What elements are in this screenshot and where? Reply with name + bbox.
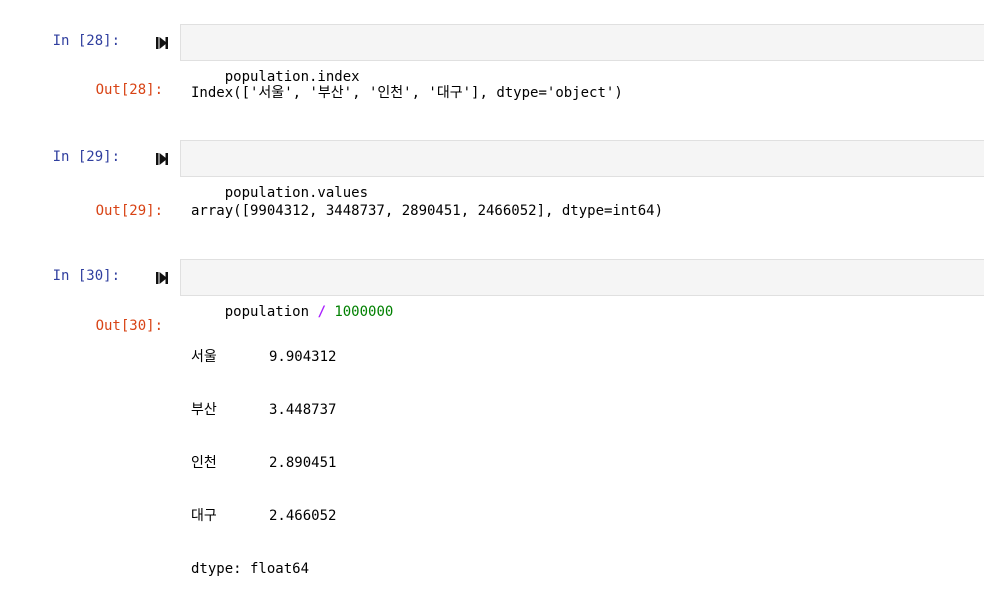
series-value: 9.904312 [269,349,337,365]
series-value: 2.890451 [269,455,337,471]
out-prompt: Out[28]: [95,82,163,98]
series-index: 서울 [191,349,217,365]
code-input[interactable]: population.index [180,24,984,85]
series-index: 대구 [191,508,217,524]
in-prompt: In [29]: [52,149,120,165]
code-text: population.values [224,185,369,201]
series-value: 3.448737 [269,402,337,418]
series-row: 서울 9.904312 [191,347,336,368]
out-prompt: Out[29]: [95,203,163,219]
cell-output: array([9904312, 3448737, 2890451, 246605… [191,203,664,219]
series-index: 인천 [191,455,217,471]
run-cell-icon[interactable] [155,36,169,50]
series-value: 2.466052 [269,508,337,524]
cell-output: Index(['서울', '부산', '인천', '대구'], dtype='o… [191,85,623,101]
series-index: 부산 [191,402,217,418]
out-prompt: Out[30]: [95,318,163,334]
series-row: 대구 2.466052 [191,506,336,527]
code-input[interactable]: population / 1000000 [180,259,984,320]
in-prompt: In [30]: [52,268,120,284]
series-row: 인천 2.890451 [191,453,336,474]
code-number: 1000000 [334,304,394,320]
code-input[interactable]: population.values [180,140,984,201]
in-prompt: In [28]: [52,33,120,49]
series-row: 부산 3.448737 [191,400,336,421]
run-cell-icon[interactable] [155,152,169,166]
series-dtype: dtype: float64 [191,561,310,577]
run-cell-icon[interactable] [155,271,169,285]
series-output: 서울 9.904312 부산 3.448737 인천 2.890451 대구 2.466… [191,315,336,612]
